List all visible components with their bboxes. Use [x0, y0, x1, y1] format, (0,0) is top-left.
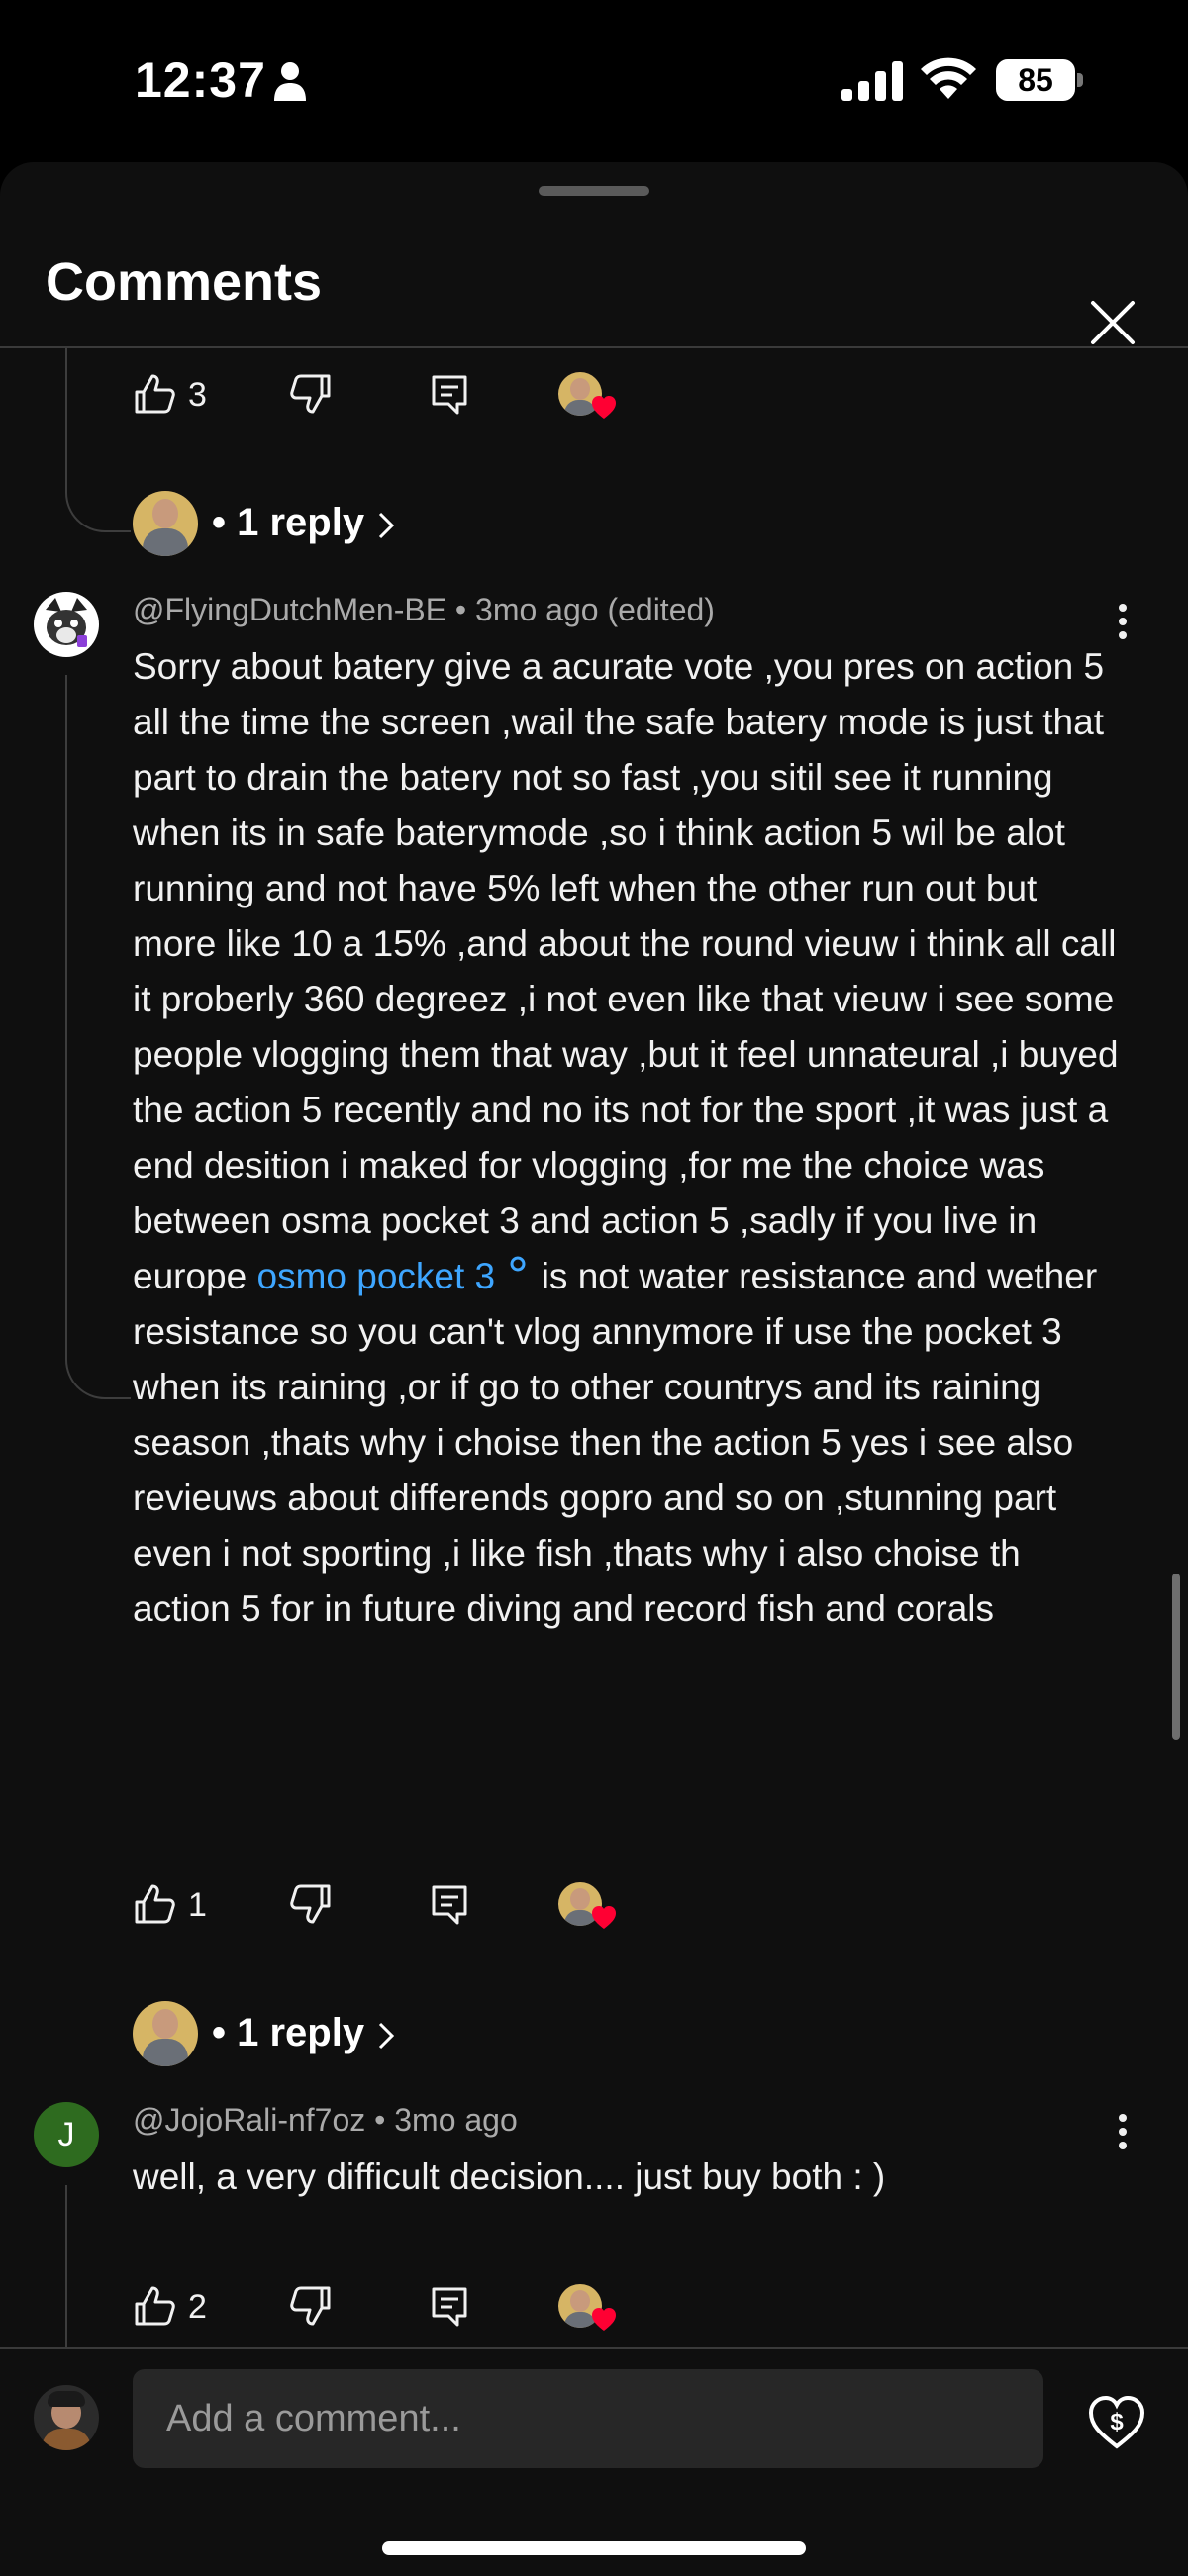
comment-time: • 3mo ago	[374, 2102, 518, 2138]
avatar-face	[570, 1888, 590, 1910]
battery-icon: 85	[996, 59, 1083, 101]
product-link-label: osmo pocket 3	[256, 1256, 496, 1296]
avatar-shirt	[143, 2039, 188, 2066]
super-thanks-icon[interactable]: $	[1087, 2393, 1146, 2452]
like-icon[interactable]	[133, 1882, 176, 1926]
avatar	[133, 2001, 198, 2066]
replies-label: • 1 reply	[212, 501, 365, 544]
like-count: 2	[188, 2288, 207, 2326]
person-icon	[274, 62, 306, 101]
comments-list[interactable]: 3 • 1 reply @FlyingDutchMen-BE • 3mo ago…	[0, 348, 1188, 2347]
scrollbar[interactable]	[1172, 1574, 1180, 1740]
product-link[interactable]: osmo pocket 3	[257, 1256, 532, 1296]
like-icon[interactable]	[133, 372, 176, 416]
comment-actions: 1	[133, 1882, 727, 1942]
thread-line	[65, 675, 67, 1358]
like-count: 3	[188, 376, 207, 414]
signal-icon	[842, 61, 903, 101]
avatar	[34, 2385, 99, 2450]
avatar-face	[152, 499, 178, 528]
sheet-header: Comments	[0, 202, 1188, 348]
comment-actions: 3	[133, 372, 727, 431]
avatar-shirt	[143, 528, 188, 556]
avatar	[133, 491, 198, 556]
chevron-right-icon	[378, 2022, 395, 2050]
avatar-letter: J	[57, 2116, 75, 2153]
comment-composer: $	[0, 2347, 1188, 2576]
comment-text-part: is not water resistance and wether resis…	[133, 1256, 1098, 1629]
close-icon[interactable]	[1085, 295, 1140, 350]
comment-time: • 3mo ago (edited)	[454, 592, 715, 627]
status-bar: 12:37 85	[0, 0, 1188, 158]
search-icon	[510, 1256, 526, 1272]
comment-text-part: Sorry about batery give a acurate vote ,…	[133, 646, 1119, 1296]
comment-meta: @FlyingDutchMen-BE • 3mo ago (edited)	[133, 592, 715, 628]
battery-level: 85	[996, 59, 1075, 101]
avatar-face	[152, 2009, 178, 2039]
chevron-right-icon	[378, 512, 395, 539]
reply-icon[interactable]	[428, 2284, 471, 2328]
thread-connector	[65, 1334, 131, 1399]
avatar-face	[570, 2290, 590, 2312]
avatar-hair	[48, 2391, 85, 2407]
heart-icon	[592, 2308, 616, 2331]
comment-author[interactable]: @JojoRali-nf7oz	[133, 2102, 365, 2138]
avatar[interactable]	[34, 592, 99, 657]
like-count: 1	[188, 1886, 207, 1924]
thread-line	[65, 2185, 67, 2347]
view-replies-button[interactable]: • 1 reply	[133, 491, 548, 560]
drag-handle[interactable]	[539, 186, 649, 196]
comments-sheet: Comments 3 • 1 reply @FlyingDutchMen-BE …	[0, 162, 1188, 2574]
comment-text: Sorry about batery give a acurate vote ,…	[133, 639, 1123, 1637]
thread-connector	[65, 467, 131, 532]
heart-icon	[592, 1906, 616, 1929]
avatar[interactable]: J	[34, 2102, 99, 2167]
comment-actions: 2	[133, 2284, 727, 2343]
reply-icon[interactable]	[428, 372, 471, 416]
dislike-icon[interactable]	[289, 2284, 333, 2328]
avatar-shirt	[42, 2429, 91, 2450]
comment-input[interactable]	[133, 2369, 1043, 2468]
like-icon[interactable]	[133, 2284, 176, 2328]
avatar-face	[570, 378, 590, 400]
replies-label: • 1 reply	[212, 2011, 365, 2054]
reply-icon[interactable]	[428, 1882, 471, 1926]
dislike-icon[interactable]	[289, 372, 333, 416]
battery-cap	[1077, 73, 1083, 87]
comment-text: well, a very difficult decision.... just…	[133, 2156, 886, 2197]
dislike-icon[interactable]	[289, 1882, 333, 1926]
heart-icon	[592, 396, 616, 419]
svg-text:$: $	[1110, 2409, 1124, 2435]
sheet-title: Comments	[46, 252, 323, 312]
comment-author[interactable]: @FlyingDutchMen-BE	[133, 592, 446, 627]
comment-meta: @JojoRali-nf7oz • 3mo ago	[133, 2102, 518, 2139]
wifi-icon	[921, 57, 976, 99]
status-time: 12:37	[135, 52, 266, 108]
home-indicator	[382, 2541, 806, 2555]
view-replies-button[interactable]: • 1 reply	[133, 2001, 548, 2070]
wolf-avatar-icon	[46, 598, 87, 647]
